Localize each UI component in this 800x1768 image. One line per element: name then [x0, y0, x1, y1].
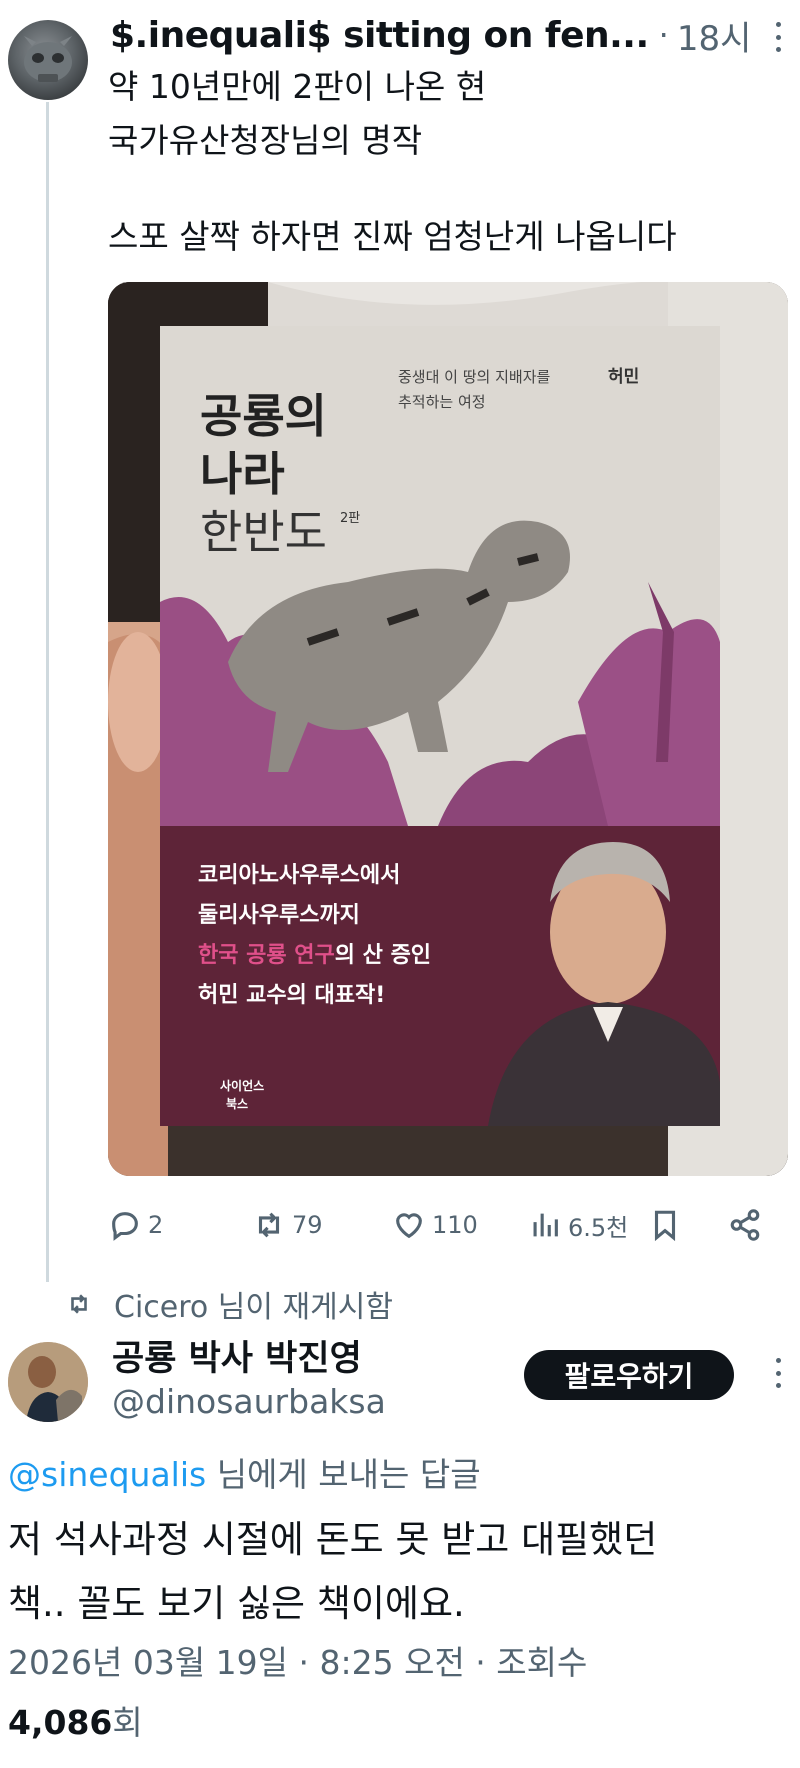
book-subtitle: 중생대 이 땅의 지배자를: [398, 368, 551, 386]
book-subtitle-2: 추적하는 여정: [398, 393, 486, 411]
reply-author-avatar[interactable]: [8, 1342, 88, 1422]
reply-text-line: 책.. 꼴도 보기 싫은 책이에요.: [8, 1582, 465, 1625]
views-suffix: 회: [112, 1703, 143, 1742]
book-photo: 중생대 이 땅의 지배자를 추적하는 여정 허민 공룡의 나라 한반도 2판 코…: [108, 282, 788, 1176]
book-edition: 2판: [340, 511, 360, 526]
book-title-2: 나라: [200, 447, 285, 501]
person-avatar-icon: [8, 1342, 88, 1422]
like-count: 110: [432, 1211, 478, 1239]
reply-text: 저 석사과정 시절에 돈도 못 받고 대필했던 책.. 꼴도 보기 싫은 책이에…: [8, 1508, 788, 1636]
more-options-icon[interactable]: [774, 22, 782, 52]
header-separator: ·: [658, 16, 669, 54]
book-title-1: 공룡의: [200, 389, 327, 443]
heart-icon: [396, 1213, 422, 1239]
tweet-header: $.inequali$ sitting on fen... · 18시: [110, 10, 770, 60]
skull-avatar-icon: [24, 36, 72, 82]
tweet-text-line: 스포 살짝 하자면 진짜 엄청난게 나옵니다: [108, 217, 677, 256]
reply-button[interactable]: 2: [108, 1200, 163, 1250]
analytics-icon: [533, 1213, 558, 1237]
repost-small-icon: [71, 1294, 87, 1314]
follow-button[interactable]: 팔로우하기: [524, 1350, 734, 1400]
view-count: 6.5천: [568, 1213, 629, 1242]
repost-count: 79: [292, 1211, 323, 1239]
reply-views: 4,086회: [8, 1696, 143, 1744]
publisher-2: 북스: [226, 1097, 248, 1111]
tweet-text-line: 국가유산청장님의 명작: [108, 121, 423, 160]
tweet-actions: 2 79 110 6.5천: [108, 1200, 788, 1250]
reply-text-line: 저 석사과정 시절에 돈도 못 받고 대필했던: [8, 1518, 658, 1561]
reply-to-mention[interactable]: @sinequalis: [8, 1455, 206, 1494]
bookmark-button[interactable]: [648, 1200, 688, 1250]
band-line-1: 코리아노사우루스에서: [198, 863, 400, 888]
tweet-photo[interactable]: 중생대 이 땅의 지배자를 추적하는 여정 허민 공룡의 나라 한반도 2판 코…: [108, 282, 788, 1176]
publisher-1: 사이언스: [220, 1078, 264, 1093]
reply-icon: [112, 1212, 138, 1241]
more-options-icon-2[interactable]: [774, 1358, 782, 1388]
reposted-by-text: Cicero 님이 재게시함: [114, 1290, 393, 1325]
repost-icon: [258, 1212, 280, 1238]
reply-author-name[interactable]: 공룡 박사 박진영: [112, 1330, 362, 1381]
band-line-4: 허민 교수의 대표작!: [198, 983, 385, 1008]
book-author: 허민: [608, 367, 639, 387]
reply-meta: 2026년 03월 19일 · 8:25 오전 · 조회수: [8, 1643, 588, 1682]
views-button[interactable]: 6.5천: [528, 1200, 628, 1250]
share-button[interactable]: [728, 1200, 768, 1250]
thread-line: [46, 102, 49, 1282]
views-count: 4,086: [8, 1703, 113, 1742]
band-line-3: 한국 공룡 연구의 산 증인: [198, 943, 431, 968]
reply-to-suffix: 님에게 보내는 답글: [206, 1455, 481, 1494]
tweet-time[interactable]: 18시: [677, 11, 752, 60]
tweet-text: 약 10년만에 2판이 나온 현 국가유산청장님의 명작 스포 살짝 하자면 진…: [108, 60, 788, 264]
author-avatar[interactable]: [8, 20, 88, 100]
share-icon: [730, 1209, 760, 1241]
book-title-3: 한반도: [200, 505, 327, 559]
reposted-by[interactable]: Cicero 님이 재게시함: [66, 1282, 393, 1326]
reply-count: 2: [148, 1211, 164, 1239]
tweet-text-line: 약 10년만에 2판이 나온 현: [108, 67, 487, 106]
band-line-2: 둘리사우루스까지: [198, 903, 360, 928]
like-button[interactable]: 110: [392, 1200, 478, 1250]
author-name[interactable]: $.inequali$ sitting on fen...: [110, 15, 649, 56]
bookmark-icon: [654, 1210, 676, 1242]
reply-author-handle[interactable]: @dinosaurbaksa: [112, 1382, 386, 1421]
replying-to: @sinequalis 님에게 보내는 답글: [8, 1448, 481, 1496]
repost-button[interactable]: 79: [252, 1200, 323, 1250]
